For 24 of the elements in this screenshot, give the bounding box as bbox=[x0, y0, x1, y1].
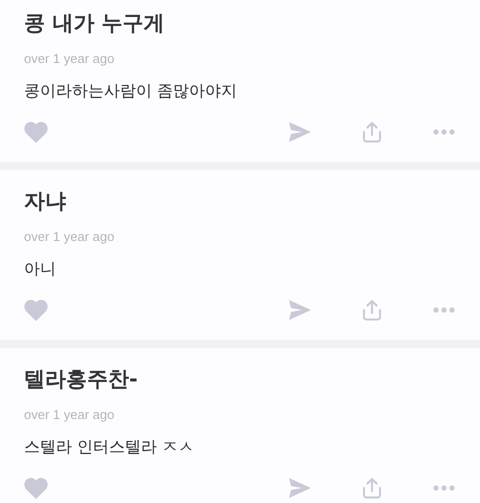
post-title: 자냐 bbox=[24, 190, 67, 212]
heart-icon bbox=[23, 477, 49, 499]
more-icon bbox=[433, 307, 455, 313]
post-title: 텔라홍주찬- bbox=[24, 368, 139, 390]
post-time: over 1 year ago bbox=[24, 50, 116, 68]
like-button[interactable] bbox=[22, 476, 50, 500]
post-title: 콩 내가 누구게 bbox=[24, 12, 166, 34]
share-icon bbox=[362, 477, 382, 499]
post-time: over 1 year ago bbox=[24, 228, 116, 246]
post-body: 콩이라하는사람이 좀많아야지 bbox=[24, 80, 238, 102]
heart-icon bbox=[23, 121, 49, 143]
like-button[interactable] bbox=[22, 298, 50, 322]
post-body: 스텔라 인터스텔라 ㅈㅅ bbox=[24, 436, 196, 458]
more-icon bbox=[433, 129, 455, 135]
post-body: 아니 bbox=[24, 258, 57, 280]
heart-icon bbox=[23, 299, 49, 321]
more-icon bbox=[433, 485, 455, 491]
share-icon bbox=[362, 121, 382, 143]
send-icon bbox=[289, 122, 311, 142]
send-icon bbox=[289, 300, 311, 320]
share-icon bbox=[362, 299, 382, 321]
send-icon bbox=[289, 478, 311, 498]
like-button[interactable] bbox=[22, 120, 50, 144]
post-time: over 1 year ago bbox=[24, 406, 116, 424]
